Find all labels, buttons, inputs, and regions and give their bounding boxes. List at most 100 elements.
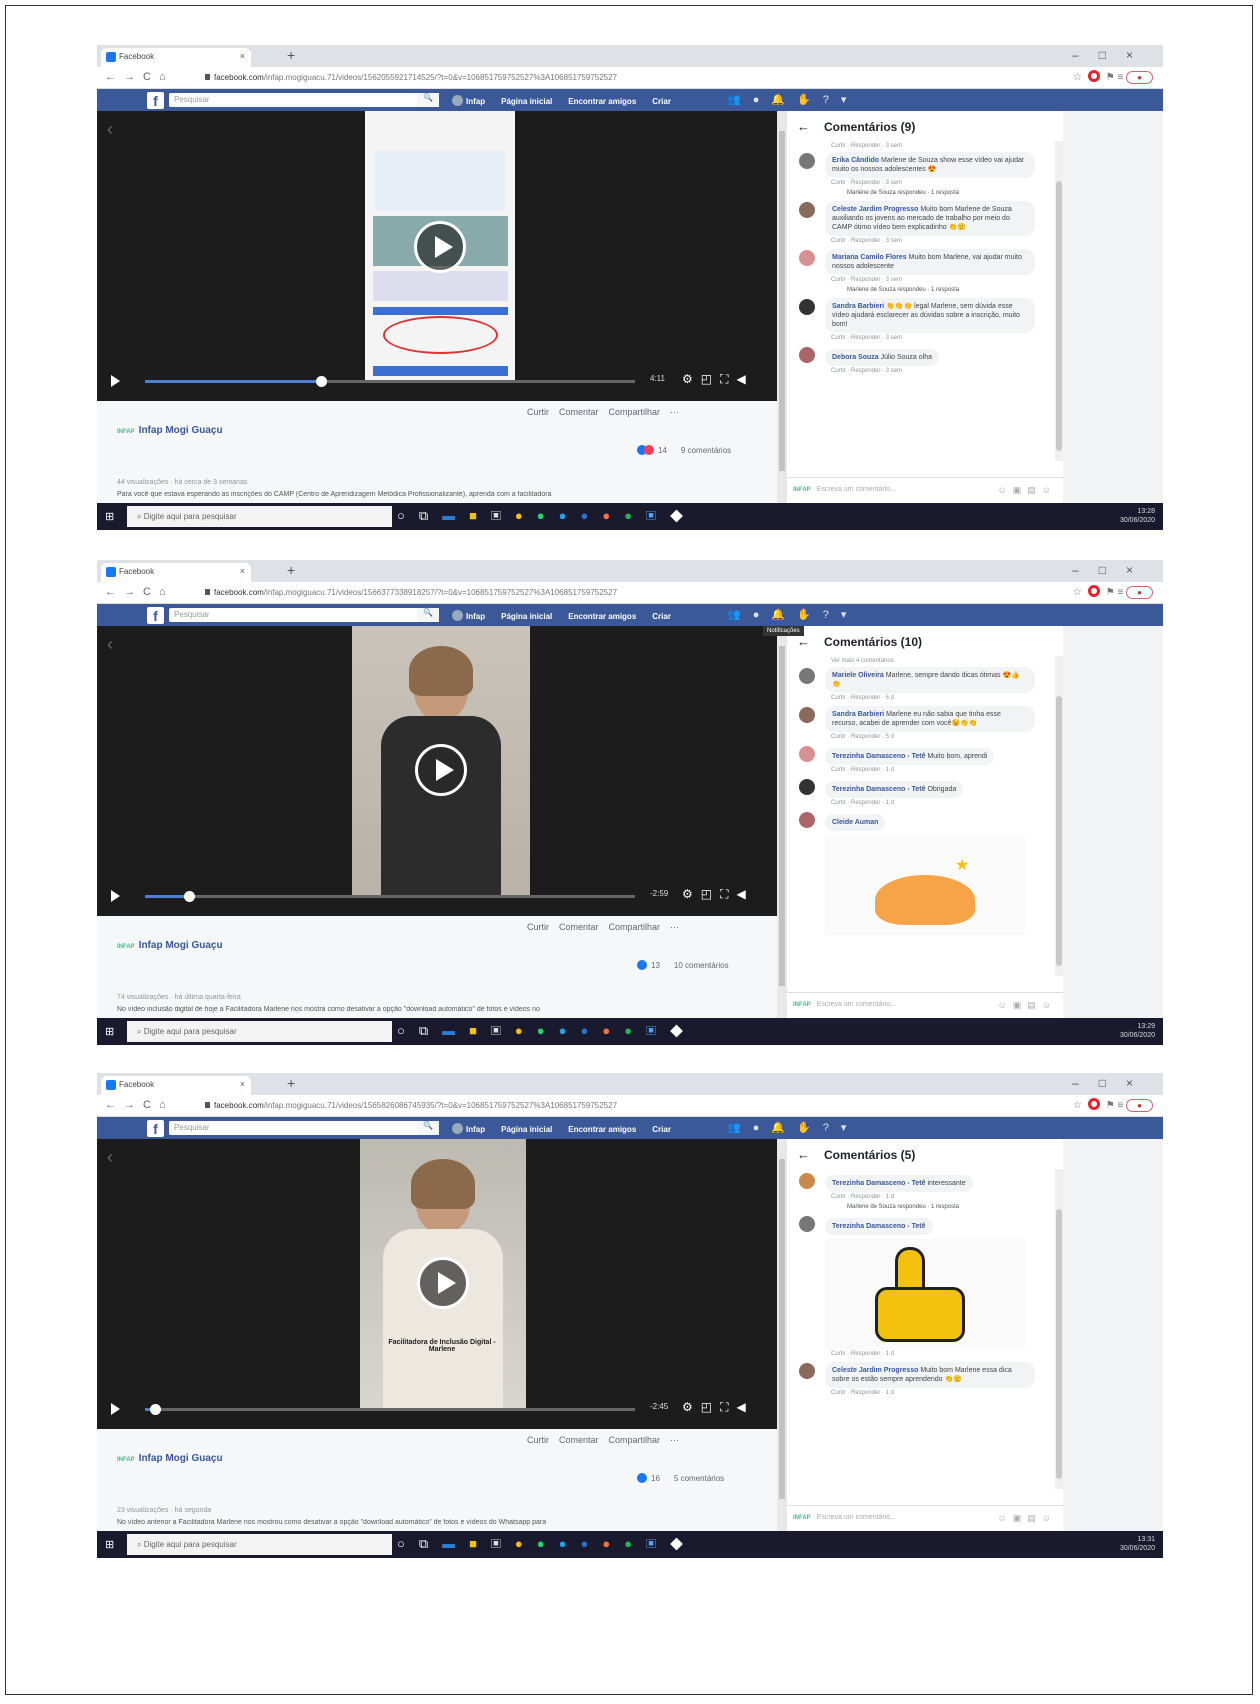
avatar[interactable]: [799, 250, 815, 266]
scrollbar-thumb[interactable]: [1056, 1209, 1062, 1479]
files-icon[interactable]: ■: [469, 508, 491, 523]
chrome-icon[interactable]: ●: [515, 508, 537, 523]
progress-bar[interactable]: [145, 376, 635, 387]
new-tab-icon[interactable]: +: [287, 562, 295, 578]
avatar[interactable]: [799, 347, 815, 363]
comment-meta[interactable]: Ver mais 4 comentários: [787, 656, 1063, 664]
avatar[interactable]: [799, 1216, 815, 1232]
files-icon[interactable]: ■: [469, 1536, 491, 1551]
messenger-icon[interactable]: ●: [753, 609, 772, 621]
spotify-icon[interactable]: ●: [624, 1536, 646, 1551]
profile-button[interactable]: ●: [1126, 71, 1153, 84]
page-name-text[interactable]: Infap Mogi Guaçu: [139, 1453, 223, 1464]
progress-knob[interactable]: [316, 376, 328, 387]
comment-button[interactable]: Comentar: [559, 1435, 599, 1445]
comment-meta[interactable]: Curtir · Responder · 3 sem: [787, 141, 1063, 149]
commenter-name[interactable]: Terezinha Damasceno - Tetê: [832, 753, 926, 760]
address-bar[interactable]: facebook.com/infap.mogiguacu.71/videos/1…: [197, 1098, 897, 1114]
play-control-icon[interactable]: [111, 375, 120, 387]
share-button[interactable]: Compartilhar: [609, 1435, 661, 1445]
system-tray[interactable]: 13:29 30/06/2020: [1120, 1022, 1155, 1040]
comment-meta[interactable]: Curtir · Responder · 3 sem: [825, 275, 1055, 283]
taskbar-search[interactable]: ⌕ Digite aqui para pesquisar: [127, 1021, 392, 1042]
help-icon[interactable]: ?: [823, 609, 841, 621]
share-button[interactable]: Compartilhar: [609, 407, 661, 417]
settings-icon[interactable]: ⚙: [682, 887, 701, 901]
comments-count[interactable]: 5 comentários: [674, 1474, 724, 1483]
volume-icon[interactable]: ◀: [737, 887, 754, 901]
explorer-icon[interactable]: ▬: [442, 1023, 469, 1038]
extension-icon[interactable]: ⚑ ≡: [1106, 72, 1126, 83]
close-tab-icon[interactable]: ×: [240, 1079, 245, 1089]
comments-scrollbar[interactable]: [1055, 141, 1063, 461]
like-button[interactable]: Curtir: [527, 1435, 549, 1445]
files-icon[interactable]: ■: [469, 1023, 491, 1038]
profile-button[interactable]: ●: [1126, 586, 1153, 599]
page-name-text[interactable]: Infap Mogi Guaçu: [139, 940, 223, 951]
quick-help-icon[interactable]: ✋: [797, 609, 823, 621]
nav-link[interactable]: Encontrar amigos: [568, 612, 636, 621]
back-arrow-icon[interactable]: ←: [797, 119, 810, 134]
like-button[interactable]: Curtir: [527, 407, 549, 417]
page-name-text[interactable]: Infap Mogi Guaçu: [139, 425, 223, 436]
app3-icon[interactable]: ◆: [670, 1536, 697, 1551]
windows-start-icon[interactable]: ⊞: [105, 1538, 114, 1551]
play-button-icon[interactable]: [415, 744, 467, 796]
nav-link[interactable]: Infap: [466, 97, 485, 106]
video-player[interactable]: ‹ 4:11 ⚙◰⛶◀: [97, 111, 777, 401]
facebook-search-input[interactable]: Pesquisar: [169, 608, 434, 622]
comments-count[interactable]: 10 comentários: [674, 961, 729, 970]
quick-help-icon[interactable]: ✋: [797, 1122, 823, 1134]
avatar[interactable]: [799, 779, 815, 795]
back-arrow-icon[interactable]: ←: [797, 634, 810, 649]
spotify-icon[interactable]: ●: [624, 1023, 646, 1038]
scrollbar-thumb[interactable]: [1056, 696, 1062, 966]
avatar[interactable]: [799, 202, 815, 218]
browser-tab[interactable]: Facebook ×: [101, 1076, 251, 1095]
volume-icon[interactable]: ◀: [737, 1400, 754, 1414]
task-view-icon[interactable]: ⧉: [419, 1536, 442, 1551]
progress-bar[interactable]: [145, 891, 635, 902]
opera-icon[interactable]: [1087, 585, 1100, 597]
avatar[interactable]: [799, 1173, 815, 1189]
window-controls[interactable]: –□×: [1072, 48, 1153, 62]
more-button[interactable]: ···: [670, 407, 679, 417]
fullscreen-icon[interactable]: ◰: [701, 887, 720, 901]
scrollbar-thumb[interactable]: [1056, 181, 1062, 451]
reactions-count[interactable]: 16: [651, 1474, 660, 1483]
avatar[interactable]: [799, 668, 815, 684]
progress-bar[interactable]: [145, 1404, 635, 1415]
extension-icon[interactable]: ⚑ ≡: [1106, 587, 1126, 598]
nav-link[interactable]: Infap: [466, 612, 485, 621]
opera-icon[interactable]: [1087, 1098, 1100, 1110]
app2-icon[interactable]: ▣: [646, 508, 670, 523]
profile-avatar[interactable]: [452, 95, 463, 106]
scrollbar-thumb[interactable]: [779, 131, 785, 471]
opera-icon[interactable]: [1087, 70, 1100, 82]
more-button[interactable]: ···: [670, 922, 679, 932]
cortana-icon[interactable]: ○: [397, 1023, 419, 1038]
whatsapp-icon[interactable]: ●: [537, 508, 559, 523]
back-arrow-icon[interactable]: ‹: [107, 634, 113, 655]
search-icon[interactable]: 🔍: [417, 608, 439, 622]
whatsapp-icon[interactable]: ●: [537, 1023, 559, 1038]
commenter-name[interactable]: Mariele Oliveira: [832, 672, 884, 679]
notifications-icon[interactable]: 🔔: [771, 1122, 797, 1134]
star-icon[interactable]: ☆: [1073, 1100, 1082, 1111]
volume-icon[interactable]: ◀: [737, 372, 754, 386]
spotify-icon[interactable]: ●: [624, 508, 646, 523]
reactions-count[interactable]: 14: [658, 446, 667, 455]
profile-button[interactable]: ●: [1126, 1099, 1153, 1112]
commenter-name[interactable]: Cleide Auman: [832, 819, 878, 826]
more-button[interactable]: ···: [670, 1435, 679, 1445]
commenter-name[interactable]: Erika Cândido: [832, 157, 879, 164]
comment-meta[interactable]: Curtir · Responder · 1 d: [825, 1388, 1055, 1396]
store-icon[interactable]: ▣: [491, 1023, 515, 1038]
store-icon[interactable]: ▣: [491, 1536, 515, 1551]
app-icon[interactable]: ●: [581, 1023, 603, 1038]
system-tray[interactable]: 13:28 30/06/2020: [1120, 507, 1155, 525]
comment-meta[interactable]: Curtir · Responder · 3 sem: [825, 178, 1055, 186]
firefox-icon[interactable]: ●: [602, 508, 624, 523]
back-arrow-icon[interactable]: ‹: [107, 1147, 113, 1168]
new-tab-icon[interactable]: +: [287, 47, 295, 63]
